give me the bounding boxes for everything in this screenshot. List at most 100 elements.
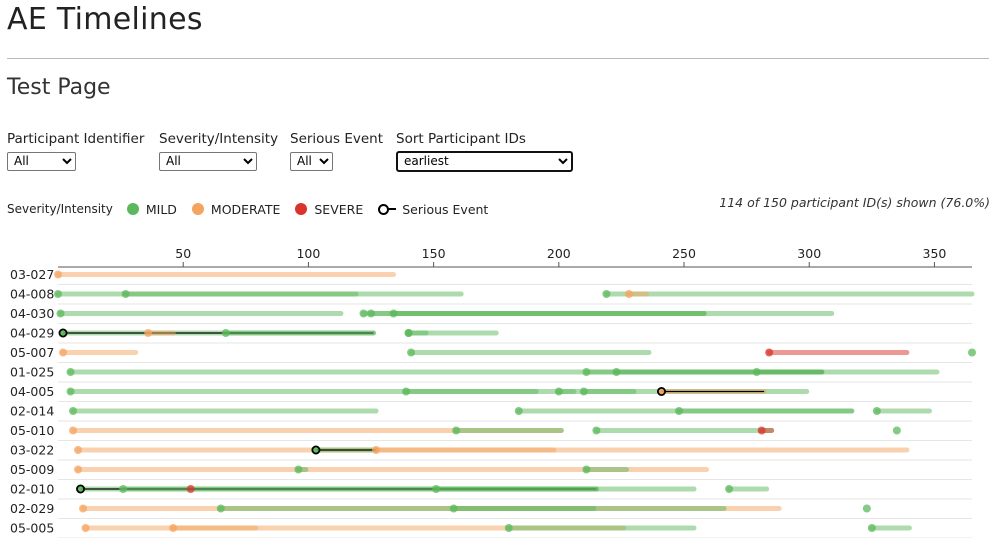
participant-row: 05-009 [10, 462, 972, 480]
serious-event-marker [58, 328, 68, 338]
participant-row: 04-029 [10, 326, 972, 344]
legend-label-serious: Serious Event [402, 201, 489, 217]
participant-id-label: 05-007 [10, 345, 54, 360]
event-start-marker [449, 504, 458, 513]
x-tick-label: 300 [797, 246, 821, 261]
event-start-marker [404, 329, 413, 337]
sort-participant-ids-select[interactable]: earliest [396, 150, 573, 172]
x-tick-label: 250 [672, 246, 696, 261]
participant-row: 02-010 [10, 482, 972, 500]
participant-id-label: 05-009 [10, 462, 54, 477]
participant-id-label: 02-029 [10, 501, 54, 516]
filter-severity-intensity-label: Severity/Intensity [159, 131, 279, 147]
participant-row: 05-005 [10, 521, 972, 538]
event-start-marker [867, 524, 876, 532]
serious-event-marker [656, 386, 666, 396]
event-start-marker [402, 387, 411, 396]
event-start-marker [69, 426, 78, 435]
event-start-marker [372, 446, 381, 454]
page-subtitle: Test Page [7, 75, 111, 100]
title-divider [7, 58, 989, 59]
filter-participant-identifier-label: Participant Identifier [7, 131, 145, 147]
event-start-marker [54, 290, 62, 298]
legend-item-moderate[interactable]: MODERATE [191, 201, 281, 217]
legend-label-mild: MILD [145, 201, 177, 217]
event-start-marker [612, 368, 621, 376]
filter-serious-event: Serious Event All [290, 131, 383, 171]
participant-row: 03-027 [10, 267, 972, 285]
participant-id-label: 05-010 [10, 423, 54, 438]
participant-row: 03-022 [10, 443, 972, 461]
participant-id-label: 04-030 [10, 306, 54, 321]
event-start-marker [79, 504, 88, 513]
participant-id-label: 03-022 [10, 443, 54, 458]
event-start-marker [389, 309, 398, 318]
page-title: AE Timelines [7, 2, 203, 37]
x-tick-label: 200 [547, 246, 571, 261]
event-start-marker [514, 407, 523, 415]
legend-label-severe: SEVERE [314, 201, 364, 217]
severity-legend: Severity/Intensity MILD MODERATE SEVERE … [7, 201, 503, 217]
event-start-marker [432, 485, 441, 493]
event-start-marker [579, 387, 588, 396]
event-start-marker [862, 504, 871, 513]
participant-row: 04-005 [10, 384, 972, 402]
legend-title: Severity/Intensity [7, 202, 113, 216]
participant-row: 04-008 [10, 287, 975, 305]
event-start-marker [407, 348, 416, 357]
event-start-marker [74, 446, 83, 454]
participant-row: 01-025 [10, 365, 972, 383]
serious-event-marker [76, 484, 86, 494]
event-start-marker [504, 524, 513, 532]
legend-label-moderate: MODERATE [210, 201, 281, 217]
event-start-marker [221, 329, 230, 337]
participant-id-label: 03-027 [10, 267, 54, 282]
participant-identifier-select[interactable]: All [7, 151, 76, 171]
event-start-marker [66, 387, 75, 396]
event-start-marker [624, 290, 633, 298]
participant-id-label: 01-025 [10, 365, 54, 380]
event-start-marker [66, 368, 75, 376]
event-start-marker [752, 368, 761, 376]
event-start-marker [452, 426, 461, 435]
event-start-marker [725, 485, 734, 493]
ae-timeline-chart: 50 100 150 200 250 300 350 03-027 04-008 04-030 04… [10, 246, 976, 538]
event-start-marker [119, 485, 128, 493]
x-tick-label: 150 [422, 246, 446, 261]
event-start-marker [74, 465, 83, 474]
mild-swatch [126, 203, 139, 215]
event-start-marker [59, 348, 68, 357]
event-start-marker [367, 309, 376, 318]
filter-participant-identifier: Participant Identifier All [7, 131, 144, 171]
filter-sort-participant-ids-label: Sort Participant IDs [396, 131, 526, 147]
event-start-marker [554, 387, 563, 396]
event-start-marker [602, 290, 611, 298]
event-start-marker [582, 465, 591, 474]
event-start-marker [121, 290, 130, 298]
event-start-marker [592, 426, 601, 435]
event-start-marker [359, 309, 368, 318]
x-tick-label: 100 [296, 246, 320, 261]
participant-row: 02-014 [10, 404, 972, 422]
participant-id-label: 02-010 [10, 482, 54, 497]
filter-severity-intensity: Severity/Intensity All [159, 131, 278, 171]
participants-shown-count: 114 of 150 participant ID(s) shown (76.0… [719, 195, 990, 210]
event-start-marker [216, 504, 225, 513]
event-start-marker [69, 407, 78, 415]
legend-item-serious[interactable]: Serious Event [378, 202, 488, 217]
severity-intensity-select[interactable]: All [159, 151, 257, 171]
event-start-marker [675, 407, 684, 415]
event-start-marker [582, 368, 591, 376]
serious-event-marker [311, 445, 321, 455]
serious-event-icon [378, 203, 397, 215]
participant-id-label: 04-005 [10, 384, 54, 399]
serious-event-select[interactable]: All [290, 151, 333, 171]
legend-item-mild[interactable]: MILD [126, 201, 177, 217]
event-start-marker [872, 407, 881, 415]
participant-row: 02-029 [10, 501, 972, 519]
event-start-marker [968, 348, 976, 357]
participant-row: 05-007 [10, 345, 976, 363]
event-start-marker [169, 524, 178, 532]
legend-item-severe[interactable]: SEVERE [295, 202, 363, 217]
x-tick-label: 50 [175, 246, 191, 261]
